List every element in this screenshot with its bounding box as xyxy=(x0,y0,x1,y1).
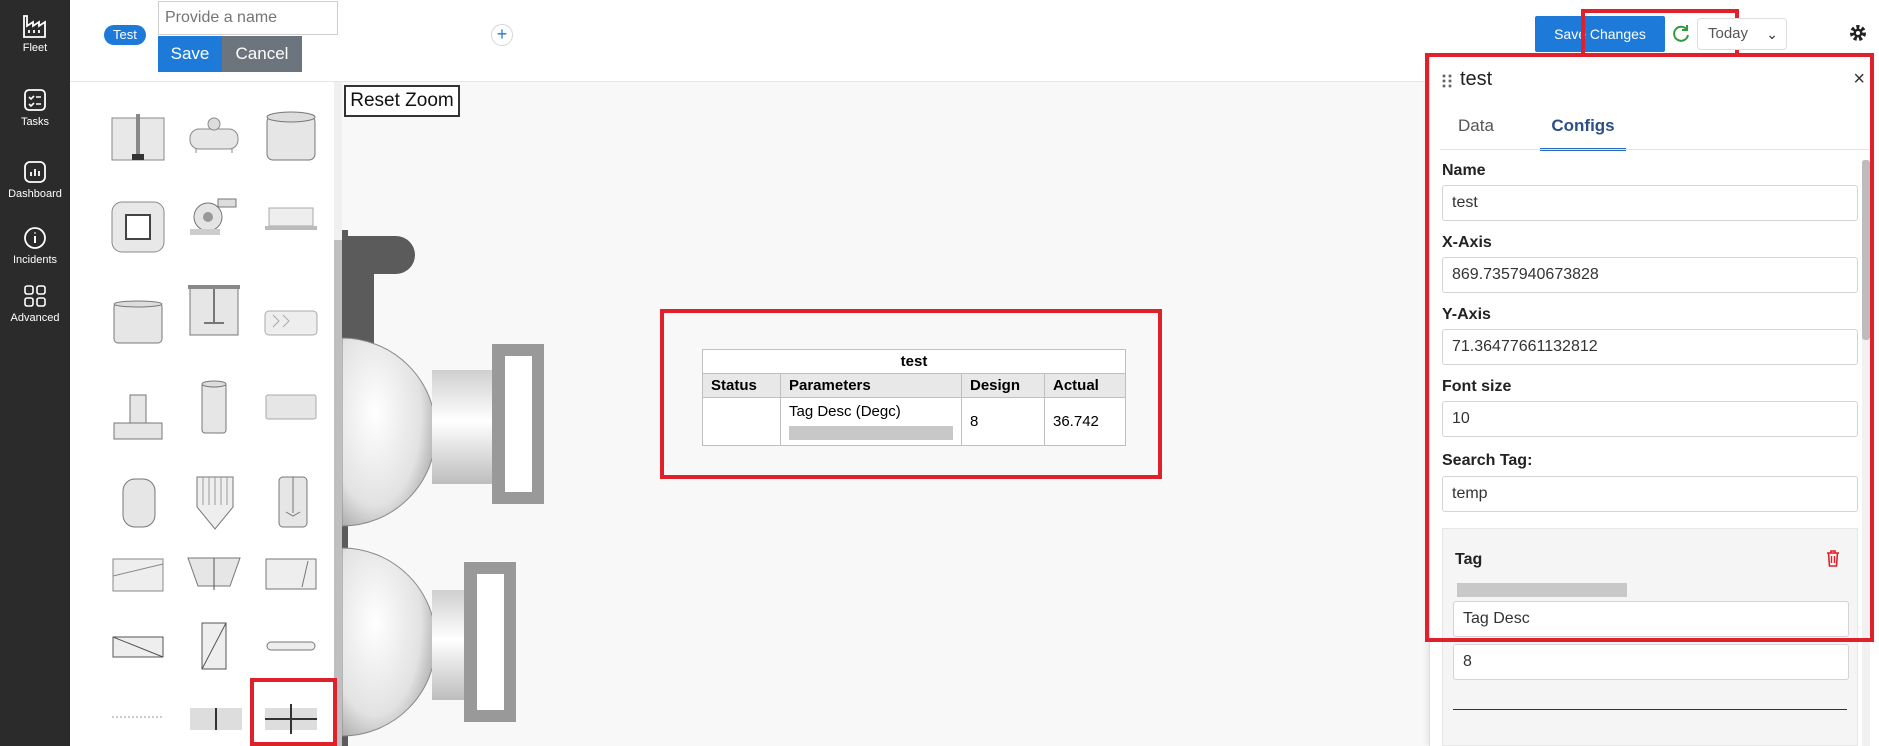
xaxis-label: X-Axis xyxy=(1442,234,1492,251)
tag-desc-field[interactable]: Tag Desc xyxy=(1453,601,1849,637)
close-icon[interactable]: × xyxy=(1853,68,1865,91)
tag-label: Tag xyxy=(1455,551,1483,568)
clarifier-shape[interactable] xyxy=(186,554,242,594)
cross-divider-shape[interactable] xyxy=(263,702,319,734)
storage-tank-shape[interactable] xyxy=(263,108,319,162)
mixing-vessel-shape[interactable] xyxy=(276,474,310,530)
nav-label-dashboard: Dashboard xyxy=(8,188,62,200)
tank-mixer-shape[interactable] xyxy=(110,112,166,162)
tag-card: Tag Tag Desc 8 xyxy=(1442,528,1858,746)
search-tag-label: Search Tag: xyxy=(1442,452,1533,469)
nav-item-dashboard[interactable]: Dashboard xyxy=(0,158,70,200)
panel-scrollbar[interactable] xyxy=(1862,160,1870,340)
fontsize-field[interactable]: 10 xyxy=(1442,401,1858,437)
nav-item-incidents[interactable]: Incidents xyxy=(0,224,70,266)
capsule-vessel-shape[interactable] xyxy=(120,476,158,530)
cell-parameter: Tag Desc (Degc) xyxy=(780,397,962,446)
diagram-tab-pill[interactable]: Test xyxy=(104,25,146,45)
cell-status xyxy=(702,397,781,446)
vertical-divider-shape[interactable] xyxy=(188,706,244,732)
settling-tank-shape[interactable] xyxy=(110,556,166,594)
config-panel: test × Data Configs Name test X-Axis 869… xyxy=(1429,56,1879,746)
drag-handle-icon[interactable] xyxy=(1442,74,1452,88)
col-parameters: Parameters xyxy=(780,373,962,398)
redacted-tag-id xyxy=(1457,583,1627,597)
yaxis-label: Y-Axis xyxy=(1442,306,1491,323)
left-nav: Fleet Tasks Dashboard Incidents Advanced xyxy=(0,0,70,746)
rect-block-shape[interactable] xyxy=(263,392,319,422)
name-label: Name xyxy=(1442,162,1486,179)
widget-table[interactable]: test Status Parameters Design Actual Tag… xyxy=(702,349,1126,446)
nav-label-fleet: Fleet xyxy=(22,42,48,54)
tag-divider xyxy=(1453,709,1847,710)
table-row: Tag Desc (Degc) 8 36.742 xyxy=(702,397,1126,446)
redacted-tag-name xyxy=(789,426,953,440)
column-base-shape[interactable] xyxy=(110,393,166,445)
save-button[interactable]: Save xyxy=(158,36,222,72)
vertical-diag-shape[interactable] xyxy=(199,620,229,672)
fontsize-label: Font size xyxy=(1442,378,1512,395)
reactor-agitator-shape[interactable] xyxy=(186,283,242,339)
hopper-shape[interactable] xyxy=(110,200,166,254)
col-status: Status xyxy=(702,373,781,398)
app-root: Fleet Tasks Dashboard Incidents Advanced… xyxy=(0,0,1879,746)
panel-title: test xyxy=(1460,68,1493,90)
cell-design: 8 xyxy=(961,397,1045,446)
palette-scrollbar[interactable] xyxy=(334,240,342,746)
add-tab-button[interactable]: + xyxy=(491,24,513,46)
dashed-line-shape[interactable] xyxy=(110,714,166,720)
diagonal-rect-shape[interactable] xyxy=(110,634,166,660)
tag-design-field[interactable]: 8 xyxy=(1453,644,1849,680)
save-changes-button[interactable]: Save Changes xyxy=(1535,16,1665,52)
tab-configs[interactable]: Configs xyxy=(1540,116,1626,151)
equipment-drawing[interactable] xyxy=(342,230,562,746)
chevron-down-icon: ⌄ xyxy=(1766,26,1778,42)
nav-item-advanced[interactable]: Advanced xyxy=(0,282,70,324)
reset-zoom-button[interactable]: Reset Zoom xyxy=(344,85,460,117)
search-tag-input[interactable]: temp xyxy=(1442,476,1858,512)
cancel-button[interactable]: Cancel xyxy=(222,36,302,72)
nav-item-tasks[interactable]: Tasks xyxy=(0,86,70,128)
refresh-icon[interactable] xyxy=(1670,22,1692,44)
yaxis-field[interactable]: 71.36477661132812 xyxy=(1442,329,1858,365)
nav-label-incidents: Incidents xyxy=(12,254,58,266)
parameter-text: Tag Desc (Degc) xyxy=(789,403,901,420)
pipe-segment-shape[interactable] xyxy=(263,638,319,654)
tab-data[interactable]: Data xyxy=(1458,116,1494,148)
nav-item-fleet[interactable]: Fleet xyxy=(0,12,70,54)
cylinder-shape[interactable] xyxy=(199,380,229,436)
info-icon xyxy=(24,227,46,249)
date-range-select[interactable]: Today ⌄ xyxy=(1697,18,1787,50)
name-field[interactable]: test xyxy=(1442,185,1858,221)
nav-label-tasks: Tasks xyxy=(20,116,50,128)
filter-press-shape[interactable] xyxy=(193,473,237,531)
col-actual: Actual xyxy=(1044,373,1126,398)
gear-icon[interactable] xyxy=(1847,22,1869,44)
nav-label-advanced: Advanced xyxy=(10,312,60,324)
tasks-icon xyxy=(24,89,46,111)
open-tank-shape[interactable] xyxy=(110,299,166,345)
date-range-value: Today xyxy=(1708,25,1749,42)
grid-icon xyxy=(24,285,46,307)
widget-table-title: test xyxy=(702,349,1126,374)
motor-pump-shape[interactable] xyxy=(263,200,319,236)
heat-exchanger-shape[interactable] xyxy=(263,307,319,337)
diagram-name-input[interactable] xyxy=(158,1,338,35)
factory-icon xyxy=(23,15,46,38)
tab-divider xyxy=(1440,149,1869,150)
col-design: Design xyxy=(961,373,1045,398)
pump-shape[interactable] xyxy=(186,193,242,237)
horizontal-vessel-shape[interactable] xyxy=(186,115,242,155)
xaxis-field[interactable]: 869.7357940673828 xyxy=(1442,257,1858,293)
dashboard-icon xyxy=(24,161,46,183)
trash-icon[interactable] xyxy=(1825,549,1841,567)
cell-actual: 36.742 xyxy=(1044,397,1126,446)
trough-shape[interactable] xyxy=(263,556,319,592)
